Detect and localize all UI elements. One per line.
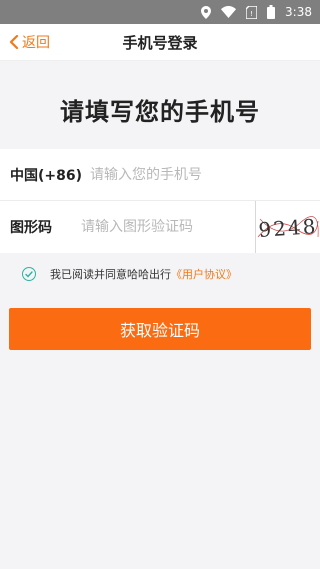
headline: 请填写您的手机号 [60, 98, 260, 126]
location-icon [201, 5, 212, 19]
get-code-button[interactable]: 获取验证码 [9, 308, 311, 350]
country-code-label: 中国(+86) [10, 168, 83, 184]
agreement-text: 我已阅读并同意哈哈出行 [50, 268, 171, 281]
app-bar: 返回 手机号登录 [0, 24, 320, 61]
chevron-left-icon [8, 35, 20, 49]
phone-input[interactable] [90, 160, 320, 190]
page-title: 手机号登录 [122, 33, 198, 52]
svg-text:!: ! [250, 10, 253, 18]
user-agreement-link[interactable]: 《用户协议》 [171, 268, 237, 281]
captcha-row: 图形码 9248 [0, 201, 320, 253]
clock: 3:38 [285, 5, 312, 19]
captcha-text: 9248 [258, 214, 318, 242]
battery-icon [267, 5, 276, 19]
back-label: 返回 [22, 35, 50, 51]
captcha-input[interactable] [81, 212, 255, 242]
captcha-label: 图形码 [10, 220, 52, 236]
sim-icon: ! [246, 5, 258, 19]
agreement-row: 我已阅读并同意哈哈出行《用户协议》 [22, 266, 237, 282]
phone-row: 中国(+86) [0, 149, 320, 201]
status-bar: ! 3:38 [0, 0, 320, 24]
agreement-checkbox[interactable] [22, 267, 36, 281]
wifi-icon [221, 6, 237, 18]
back-button[interactable]: 返回 [8, 24, 50, 60]
captcha-image[interactable]: 9248 [255, 201, 320, 253]
check-icon [25, 270, 33, 278]
